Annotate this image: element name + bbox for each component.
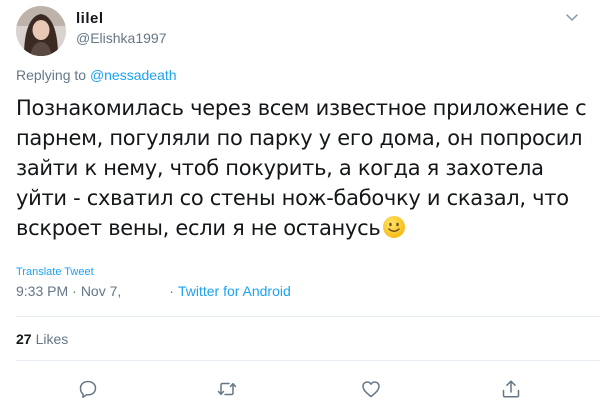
divider: [16, 360, 600, 361]
retweet-button[interactable]: [216, 378, 238, 400]
like-button[interactable]: [360, 378, 382, 400]
share-icon: [502, 380, 520, 398]
reply-mention-link[interactable]: @nessadeath: [90, 67, 177, 83]
user-handle[interactable]: @Elishka1997: [76, 30, 167, 46]
chevron-down-icon[interactable]: [565, 10, 579, 21]
likes-label: Likes: [35, 331, 69, 347]
reply-prefix: Replying to: [16, 67, 90, 83]
likes-count: 27: [16, 331, 32, 347]
retweet-icon: [217, 382, 237, 396]
divider: [16, 316, 600, 317]
reply-icon: [79, 380, 97, 398]
translate-tweet-link[interactable]: Translate Tweet: [16, 266, 94, 278]
reply-context: Replying to @nessadeath: [16, 67, 177, 83]
share-button[interactable]: [500, 378, 522, 400]
likes-stat[interactable]: 27 Likes: [16, 331, 68, 347]
meta-separator-2: ·: [169, 283, 174, 299]
tweet-source-link[interactable]: Twitter for Android: [178, 283, 291, 299]
heart-icon: [362, 381, 380, 398]
tweet-meta: 9:33 PM · Nov 7, · Twitter for Android: [16, 283, 291, 299]
tweet-body: Познакомилась через всем известное прило…: [16, 96, 587, 240]
display-name[interactable]: lilel: [76, 10, 104, 27]
reply-button[interactable]: [77, 378, 99, 400]
smiley-emoji-icon: [382, 215, 406, 239]
avatar[interactable]: [16, 6, 66, 56]
meta-separator: ·: [72, 283, 77, 299]
avatar-image: [16, 6, 66, 56]
tweet-time[interactable]: 9:33 PM: [16, 283, 68, 299]
tweet-text: Познакомилась через всем известное прило…: [16, 93, 591, 243]
tweet-date[interactable]: Nov 7,: [81, 283, 121, 299]
